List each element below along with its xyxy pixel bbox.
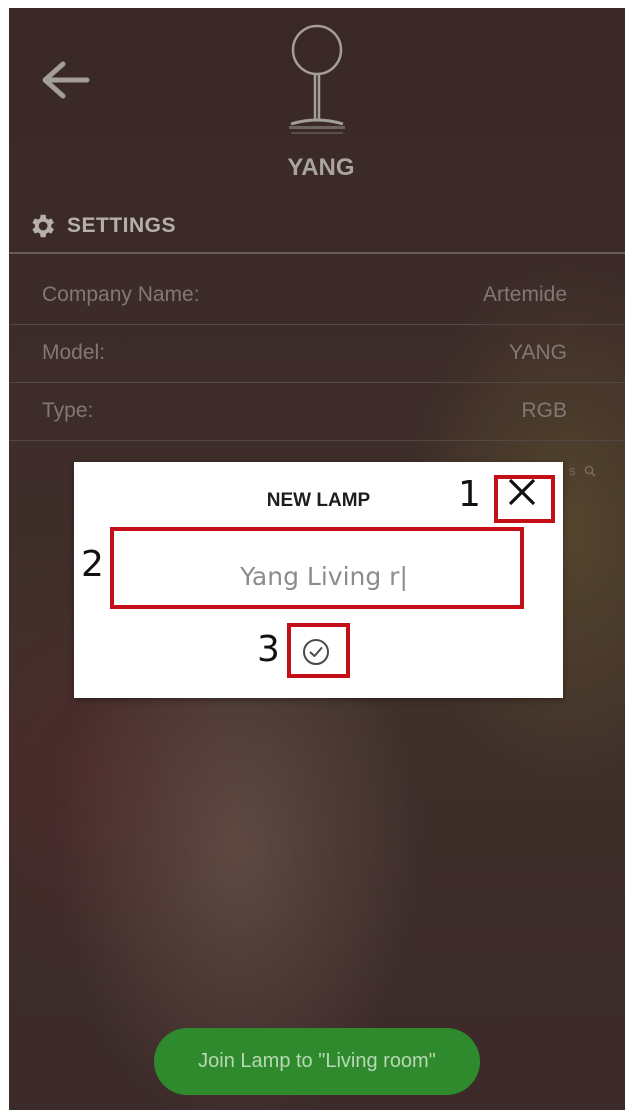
- row-separator: [9, 440, 625, 441]
- join-room-button[interactable]: Join Lamp to "Living room": [154, 1028, 480, 1095]
- new-lamp-dialog: NEW LAMP: [74, 462, 563, 698]
- back-arrow-icon[interactable]: [39, 60, 91, 100]
- settings-row-model: Model: YANG: [9, 325, 625, 381]
- company-value: Artemide: [482, 283, 567, 306]
- settings-row-type: Type: RGB: [9, 383, 625, 439]
- lamp-name: YANG: [287, 154, 355, 181]
- annotation-number-1: 1: [458, 474, 481, 515]
- hidden-search-hint: s: [569, 463, 596, 478]
- check-circle-icon[interactable]: [301, 637, 331, 667]
- settings-title: SETTINGS: [67, 214, 177, 237]
- company-label: Company Name:: [42, 283, 200, 306]
- lamp-name-input[interactable]: [122, 550, 526, 602]
- search-icon: [584, 465, 596, 477]
- settings-row-company: Company Name: Artemide: [9, 267, 625, 323]
- lamp-icon: [289, 24, 345, 134]
- annotation-number-2: 2: [81, 544, 104, 585]
- model-value: YANG: [509, 341, 567, 364]
- settings-header: SETTINGS: [27, 211, 176, 241]
- type-label: Type:: [42, 399, 94, 422]
- dialog-title: NEW LAMP: [266, 490, 371, 511]
- type-value: RGB: [521, 399, 567, 422]
- model-label: Model:: [42, 341, 106, 364]
- close-button[interactable]: [505, 475, 539, 509]
- hidden-hint-text: s: [569, 463, 576, 478]
- settings-divider: [9, 252, 625, 254]
- close-icon[interactable]: [505, 475, 539, 509]
- annotation-number-3: 3: [257, 629, 280, 670]
- gear-icon: [32, 214, 54, 238]
